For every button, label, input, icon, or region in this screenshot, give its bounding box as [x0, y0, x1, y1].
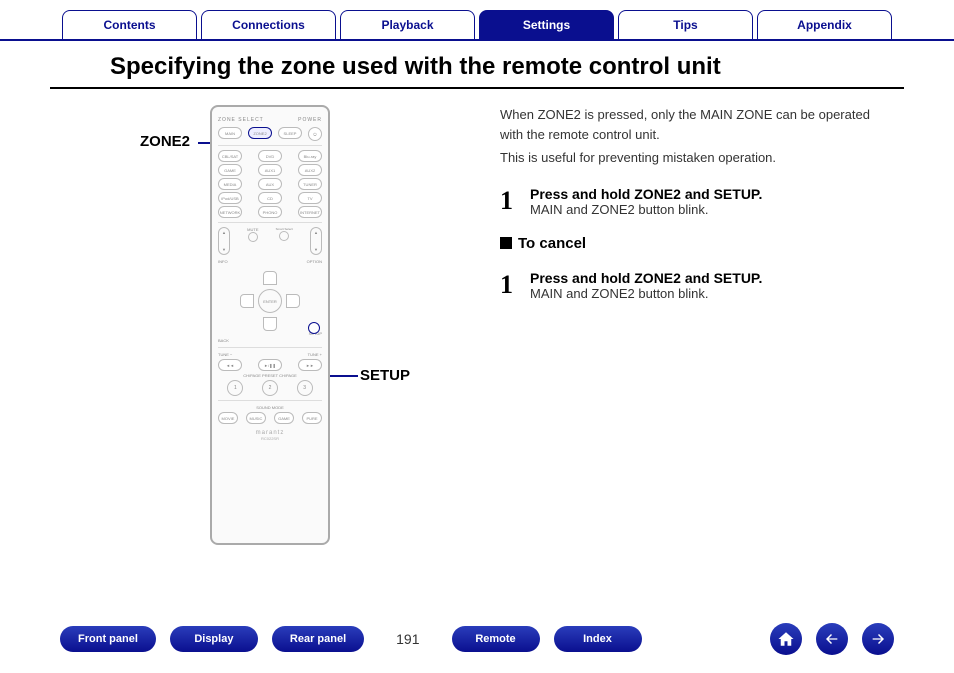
- remote-btn-src12: TV: [298, 192, 322, 204]
- remote-btn-main: MAIN: [218, 127, 242, 139]
- remote-btn-zone2: ZONE2: [248, 127, 272, 139]
- remote-vol-btn: ▲▼: [310, 227, 322, 255]
- remote-btn-src11: CD: [258, 192, 282, 204]
- remote-dpad-left: [240, 294, 254, 308]
- bottom-btn-front-panel[interactable]: Front panel: [60, 626, 156, 652]
- remote-btn-src1: CBL/SAT: [218, 150, 242, 162]
- cancel-heading-text: To cancel: [518, 235, 586, 252]
- tab-playback[interactable]: Playback: [340, 10, 475, 39]
- step-cancel-1: 1 Press and hold ZONE2 and SETUP. MAIN a…: [500, 270, 894, 301]
- remote-btn-next: ►►: [298, 359, 322, 371]
- remote-btn-src14: PHONO: [258, 206, 282, 218]
- remote-option-label: OPTION: [307, 259, 322, 264]
- callout-zone2-label: ZONE2: [140, 133, 190, 150]
- home-button[interactable]: [770, 623, 802, 655]
- bottom-btn-remote[interactable]: Remote: [452, 626, 540, 652]
- next-page-button[interactable]: [862, 623, 894, 655]
- remote-control: ZONE SELECT POWER MAIN ZONE2 SLEEP ⏻ CBL…: [210, 105, 330, 545]
- remote-preset-label: CH/PAGE PRESET CH/PAGE: [218, 373, 322, 378]
- remote-btn-src2: DVD: [258, 150, 282, 162]
- remote-tune-minus: TUNE −: [218, 352, 232, 357]
- remote-sound-4: PURE: [302, 412, 322, 424]
- remote-preset-3: 3: [297, 380, 313, 396]
- remote-tune-plus: TUNE +: [308, 352, 322, 357]
- remote-illustration-area: ZONE2 SETUP ZONE SELECT POWER MAIN ZONE2…: [60, 105, 480, 545]
- top-nav: Contents Connections Playback Settings T…: [0, 0, 954, 41]
- step-cancel-1-title: Press and hold ZONE2 and SETUP.: [530, 270, 894, 286]
- remote-preset-1: 1: [227, 380, 243, 396]
- remote-back-label: BACK: [218, 338, 229, 343]
- step-1-num: 1: [500, 186, 530, 216]
- remote-dpad-enter: ENTER: [258, 289, 282, 313]
- remote-btn-src10: iPod/USB: [218, 192, 242, 204]
- step-1: 1 Press and hold ZONE2 and SETUP. MAIN a…: [500, 186, 894, 217]
- tab-connections[interactable]: Connections: [201, 10, 336, 39]
- remote-sound-2: MUSIC: [246, 412, 266, 424]
- remote-ch-btn: ▲▼: [218, 227, 230, 255]
- remote-btn-setup: [308, 322, 320, 334]
- home-icon: [777, 630, 795, 648]
- step-1-title: Press and hold ZONE2 and SETUP.: [530, 186, 894, 202]
- arrow-right-icon: [870, 631, 886, 647]
- instructions: When ZONE2 is pressed, only the MAIN ZON…: [480, 105, 894, 545]
- remote-btn-src13: NETWORK: [218, 206, 242, 218]
- bottom-btn-rear-panel[interactable]: Rear panel: [272, 626, 364, 652]
- tab-contents[interactable]: Contents: [62, 10, 197, 39]
- remote-btn-src9: TUNER: [298, 178, 322, 190]
- remote-dpad-down: [263, 317, 277, 331]
- remote-btn-src7: MEDIA: [218, 178, 242, 190]
- bottom-btn-display[interactable]: Display: [170, 626, 258, 652]
- page-title: Specifying the zone used with the remote…: [50, 41, 904, 89]
- remote-mute-btn: [248, 232, 258, 242]
- remote-btn-prev: ◄◄: [218, 359, 242, 371]
- remote-btn-src8: AUX: [258, 178, 282, 190]
- remote-btn-src15: INTERNET: [298, 206, 322, 218]
- tab-settings[interactable]: Settings: [479, 10, 614, 39]
- power-label: POWER: [298, 117, 322, 123]
- step-cancel-1-sub: MAIN and ZONE2 button blink.: [530, 286, 894, 301]
- zone-select-label: ZONE SELECT: [218, 117, 298, 123]
- remote-smart-btn: [279, 231, 289, 241]
- bottom-btn-index[interactable]: Index: [554, 626, 642, 652]
- remote-btn-power: ⏻: [308, 127, 322, 141]
- remote-model: RC022SR: [218, 436, 322, 441]
- step-1-sub: MAIN and ZONE2 button blink.: [530, 202, 894, 217]
- square-bullet-icon: [500, 237, 512, 249]
- remote-btn-src5: AUX1: [258, 164, 282, 176]
- remote-btn-sleep: SLEEP: [278, 127, 302, 139]
- remote-sound-3: GAME: [274, 412, 294, 424]
- tab-appendix[interactable]: Appendix: [757, 10, 892, 39]
- remote-preset-2: 2: [262, 380, 278, 396]
- remote-btn-src3: Blu-ray: [298, 150, 322, 162]
- cancel-heading: To cancel: [500, 235, 894, 252]
- bottom-nav: Front panel Display Rear panel 191 Remot…: [0, 623, 954, 655]
- page-number: 191: [378, 631, 437, 647]
- intro-para-1: When ZONE2 is pressed, only the MAIN ZON…: [500, 105, 894, 144]
- tab-tips[interactable]: Tips: [618, 10, 753, 39]
- intro-para-2: This is useful for preventing mistaken o…: [500, 148, 894, 168]
- remote-dpad-right: [286, 294, 300, 308]
- prev-page-button[interactable]: [816, 623, 848, 655]
- remote-btn-src4: GAME: [218, 164, 242, 176]
- remote-btn-src6: AUX2: [298, 164, 322, 176]
- step-cancel-1-num: 1: [500, 270, 530, 300]
- callout-setup-label: SETUP: [360, 367, 410, 384]
- content: ZONE2 SETUP ZONE SELECT POWER MAIN ZONE2…: [0, 105, 954, 545]
- remote-btn-play: ►/❚❚: [258, 359, 282, 371]
- arrow-left-icon: [824, 631, 840, 647]
- remote-sound-1: MOVIE: [218, 412, 238, 424]
- remote-dpad-up: [263, 271, 277, 285]
- remote-dpad: ENTER: [240, 271, 300, 331]
- remote-sound-mode-label: SOUND MODE: [218, 405, 322, 410]
- remote-info-label: INFO: [218, 259, 228, 264]
